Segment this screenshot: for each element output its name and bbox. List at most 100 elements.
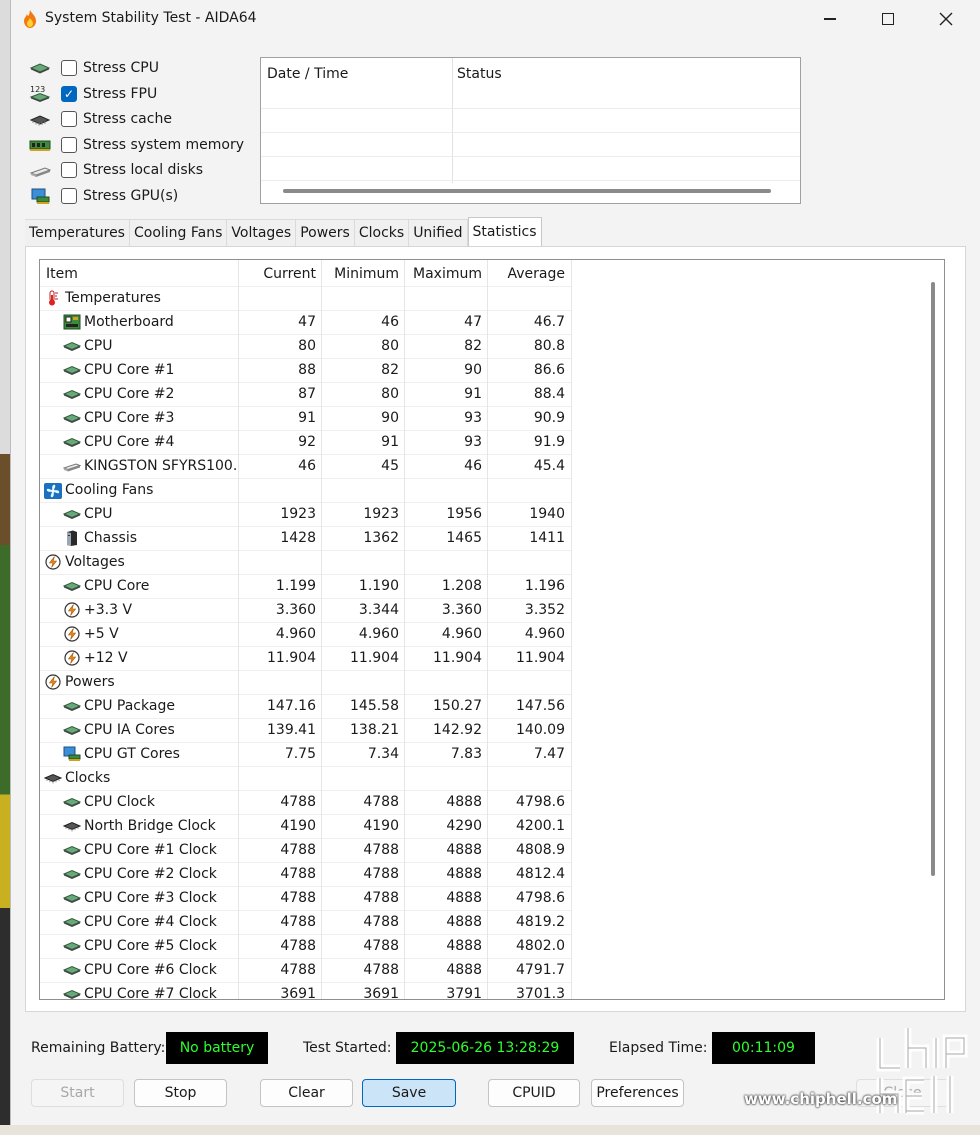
gpu-monitor-icon <box>31 188 50 204</box>
cpuid-button[interactable]: CPUID <box>488 1079 580 1107</box>
cache-chip-icon <box>29 115 51 126</box>
table-row[interactable]: +5 V 4.960 4.960 4.960 4.960 <box>40 622 924 646</box>
tab-cooling-fans[interactable]: Cooling Fans <box>129 219 228 246</box>
status-col-status[interactable]: Status <box>457 66 502 82</box>
stress-disks-checkbox[interactable] <box>61 162 77 178</box>
table-row[interactable]: Motherboard 47 46 47 46.7 <box>40 310 924 334</box>
stress-cpu-checkbox[interactable] <box>61 60 77 76</box>
value-maximum: 91 <box>464 386 482 402</box>
table-row[interactable]: CPU Core #6 Clock 4788 4788 4888 4791.7 <box>40 958 924 982</box>
grid-group-row[interactable]: Cooling Fans <box>40 478 924 502</box>
row-item-cell: Chassis <box>40 526 238 550</box>
table-row[interactable]: Chassis 1428 1362 1465 1411 <box>40 526 924 550</box>
header-current[interactable]: Current <box>238 262 321 286</box>
table-row[interactable]: CPU 80 80 82 80.8 <box>40 334 924 358</box>
clock-chip-icon <box>43 770 63 786</box>
grid-row-divider <box>40 838 571 839</box>
grid-group-row[interactable]: Temperatures <box>40 286 924 310</box>
status-col-datetime[interactable]: Date / Time <box>267 66 348 82</box>
close-icon <box>939 12 953 26</box>
stress-cpu-option[interactable]: Stress CPU <box>29 57 159 79</box>
stress-cache-option[interactable]: Stress cache <box>29 108 172 130</box>
thermometer-icon <box>44 290 62 306</box>
table-row[interactable]: North Bridge Clock 4190 4190 4290 4200.1 <box>40 814 924 838</box>
grid-vertical-scrollbar[interactable] <box>931 282 935 876</box>
tab-unified[interactable]: Unified <box>409 219 468 246</box>
value-current: 46 <box>298 458 316 474</box>
table-row[interactable]: CPU Core #5 Clock 4788 4788 4888 4802.0 <box>40 934 924 958</box>
grid-row-divider <box>40 502 571 503</box>
tab-temperatures[interactable]: Temperatures <box>25 219 130 246</box>
save-button[interactable]: Save <box>362 1079 456 1107</box>
header-item[interactable]: Item <box>40 262 238 286</box>
stress-gpu-checkbox[interactable] <box>61 188 77 204</box>
value-maximum: 3.360 <box>441 602 482 618</box>
grid-group-row[interactable]: Powers <box>40 670 924 694</box>
table-row[interactable]: CPU Package 147.16 145.58 150.27 147.56 <box>40 694 924 718</box>
row-item-cell: Motherboard <box>40 310 238 334</box>
stress-disks-option[interactable]: Stress local disks <box>29 159 203 181</box>
row-label: CPU Core #2 <box>84 386 175 402</box>
table-row[interactable]: CPU Core #1 Clock 4788 4788 4888 4808.9 <box>40 838 924 862</box>
tab-bar: Temperatures Cooling Fans Voltages Power… <box>25 217 542 247</box>
value-maximum: 82 <box>464 338 482 354</box>
stress-fpu-option[interactable]: 123 ✓ Stress FPU <box>29 83 157 105</box>
tab-statistics[interactable]: Statistics <box>467 217 542 246</box>
table-row[interactable]: CPU 1923 1923 1956 1940 <box>40 502 924 526</box>
status-row-divider <box>261 132 800 133</box>
header-minimum[interactable]: Minimum <box>321 262 404 286</box>
disk-drive-icon <box>62 458 82 474</box>
value-maximum: 4888 <box>446 962 482 978</box>
table-row[interactable]: CPU IA Cores 139.41 138.21 142.92 140.09 <box>40 718 924 742</box>
table-row[interactable]: CPU Core #3 Clock 4788 4788 4888 4798.6 <box>40 886 924 910</box>
stress-fpu-checkbox[interactable]: ✓ <box>61 86 77 102</box>
clear-button[interactable]: Clear <box>260 1079 353 1107</box>
stress-memory-option[interactable]: Stress system memory <box>29 134 244 156</box>
lightning-icon <box>63 626 81 642</box>
table-row[interactable]: CPU Core #3 91 90 93 90.9 <box>40 406 924 430</box>
table-row[interactable]: CPU Core #4 Clock 4788 4788 4888 4819.2 <box>40 910 924 934</box>
header-maximum[interactable]: Maximum <box>404 262 487 286</box>
grid-group-row[interactable]: Clocks <box>40 766 924 790</box>
header-average[interactable]: Average <box>487 262 570 286</box>
motherboard-icon <box>63 314 81 330</box>
preferences-button[interactable]: Preferences <box>591 1079 684 1107</box>
stress-memory-checkbox[interactable] <box>61 137 77 153</box>
row-label: Voltages <box>65 554 125 570</box>
close-window-button[interactable] <box>917 0 975 38</box>
stress-gpu-option[interactable]: Stress GPU(s) <box>29 185 178 207</box>
grid-group-row[interactable]: Voltages <box>40 550 924 574</box>
table-row[interactable]: +12 V 11.904 11.904 11.904 11.904 <box>40 646 924 670</box>
table-row[interactable]: CPU GT Cores 7.75 7.34 7.83 7.47 <box>40 742 924 766</box>
tab-clocks[interactable]: Clocks <box>354 219 410 246</box>
table-row[interactable]: +3.3 V 3.360 3.344 3.360 3.352 <box>40 598 924 622</box>
table-row[interactable]: CPU Core #1 88 82 90 86.6 <box>40 358 924 382</box>
tab-powers[interactable]: Powers <box>296 219 355 246</box>
value-current: 4788 <box>280 962 316 978</box>
chassis-icon <box>63 530 81 546</box>
status-log-table[interactable]: Date / Time Status <box>260 57 801 204</box>
table-row[interactable]: CPU Clock 4788 4788 4888 4798.6 <box>40 790 924 814</box>
grid-row-divider <box>40 766 571 767</box>
grid-row-divider <box>40 982 571 983</box>
start-button[interactable]: Start <box>31 1079 124 1107</box>
table-row[interactable]: CPU Core #2 Clock 4788 4788 4888 4812.4 <box>40 862 924 886</box>
table-row[interactable]: KINGSTON SFYRS100... 46 45 46 45.4 <box>40 454 924 478</box>
table-row[interactable]: CPU Core 1.199 1.190 1.208 1.196 <box>40 574 924 598</box>
grid-row-divider <box>40 454 571 455</box>
status-horizontal-scrollbar[interactable] <box>283 189 771 193</box>
maximize-button[interactable] <box>859 0 917 38</box>
tab-voltages[interactable]: Voltages <box>227 219 297 246</box>
value-average: 147.56 <box>516 698 565 714</box>
table-row[interactable]: CPU Core #2 87 80 91 88.4 <box>40 382 924 406</box>
title-bar[interactable]: System Stability Test - AIDA64 <box>11 0 980 38</box>
table-row[interactable]: CPU Core #4 92 91 93 91.9 <box>40 430 924 454</box>
grid-column-divider <box>487 260 488 999</box>
value-minimum: 3.344 <box>358 602 399 618</box>
stress-cache-checkbox[interactable] <box>61 111 77 127</box>
minimize-button[interactable] <box>801 0 859 38</box>
statistics-grid[interactable]: Item Current Minimum Maximum Average Tem… <box>39 259 945 1000</box>
value-minimum: 4788 <box>363 914 399 930</box>
table-row[interactable]: CPU Core #7 Clock 3691 3691 3791 3701.3 <box>40 982 924 999</box>
stop-button[interactable]: Stop <box>134 1079 227 1107</box>
